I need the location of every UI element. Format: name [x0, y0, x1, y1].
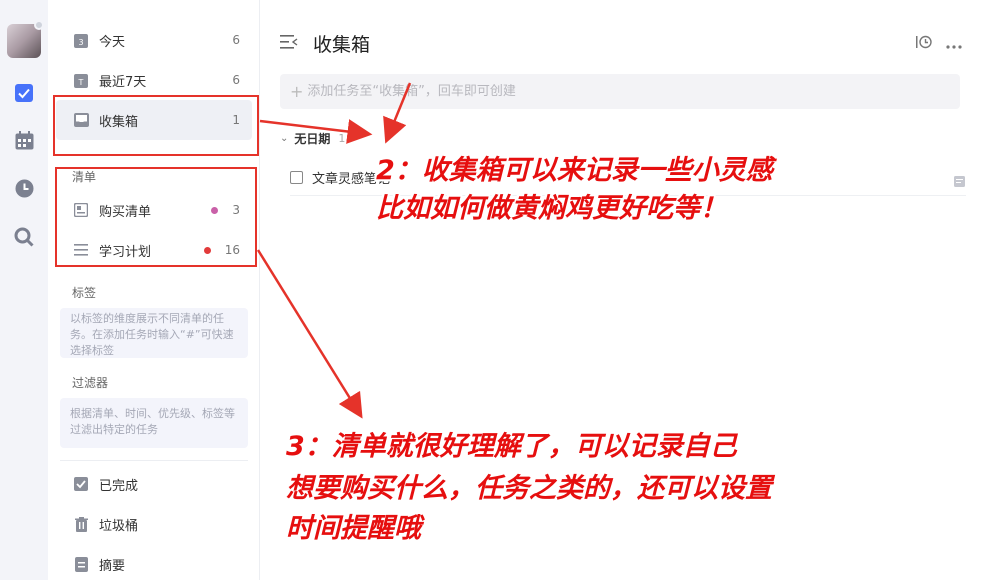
calendar-day-icon: 3 — [73, 32, 89, 48]
page-title: 收集箱 — [313, 34, 371, 56]
check-square-icon — [73, 476, 89, 492]
note-icon — [954, 172, 966, 187]
annotation-lists-line3: 时间提醒哦 — [286, 513, 421, 544]
history-icon[interactable] — [916, 34, 932, 53]
group-count: 1 — [338, 132, 346, 145]
sidebar: 3 今天 6 T 最近7天 6 收集箱 1 清单 购买清单 3 学习计划 16 … — [48, 0, 260, 580]
sidebar-item-trash[interactable]: 垃圾桶 — [56, 504, 252, 544]
sidebar-item-label: 最近7天 — [99, 74, 147, 90]
sidebar-item-today[interactable]: 3 今天 6 — [56, 20, 252, 60]
chevron-down-icon[interactable]: ⌄ — [280, 133, 288, 144]
sidebar-item-label: 垃圾桶 — [99, 518, 139, 534]
plus-icon: + — [290, 82, 304, 101]
annotation-lists-line2: 想要购买什么，任务之类的，还可以设置 — [286, 473, 772, 504]
sidebar-item-summary[interactable]: 摘要 — [56, 544, 252, 580]
icon-rail — [0, 0, 48, 580]
filters-tip: 根据清单、时间、优先级、标签等过滤出特定的任务 — [60, 398, 248, 448]
highlight-box-inbox — [53, 95, 259, 156]
calendar-week-icon: T — [73, 72, 89, 88]
collapse-sidebar-icon[interactable] — [280, 34, 298, 52]
tags-tip: 以标签的维度展示不同清单的任务。在添加任务时输入“#”可快速选择标签 — [60, 308, 248, 358]
annotation-lists-line1: 3：清单就很好理解了，可以记录自己 — [286, 431, 737, 462]
add-task-input[interactable] — [307, 84, 908, 99]
sidebar-divider — [60, 460, 248, 461]
highlight-box-lists — [55, 167, 257, 267]
app-window: 3 今天 6 T 最近7天 6 收集箱 1 清单 购买清单 3 学习计划 16 … — [0, 0, 982, 580]
group-name: 无日期 — [294, 132, 331, 146]
sidebar-item-label: 摘要 — [99, 558, 126, 574]
clock-icon[interactable] — [13, 177, 35, 199]
tags-section-title[interactable]: 标签 — [72, 284, 96, 301]
annotation-inbox-line2: 比如如何做黄焖鸡更好吃等！ — [376, 193, 727, 224]
sidebar-item-count: 6 — [232, 33, 240, 47]
sidebar-item-next-7-days[interactable]: T 最近7天 6 — [56, 60, 252, 100]
task-checkbox[interactable] — [290, 171, 303, 184]
sidebar-item-label: 今天 — [99, 34, 126, 50]
add-task-bar[interactable]: + — [280, 74, 960, 109]
task-check-icon[interactable] — [13, 82, 35, 104]
more-options-icon[interactable] — [946, 34, 962, 53]
svg-text:3: 3 — [78, 38, 83, 47]
calendar-icon[interactable] — [13, 129, 35, 151]
task-group-header[interactable]: ⌄ 无日期 1 — [280, 130, 345, 147]
sidebar-item-completed[interactable]: 已完成 — [56, 464, 252, 504]
avatar-status-dot — [34, 20, 44, 30]
sidebar-item-count: 6 — [232, 73, 240, 87]
sidebar-item-label: 已完成 — [99, 478, 139, 494]
header-actions — [916, 34, 962, 53]
trash-icon — [73, 516, 89, 532]
annotation-inbox-line1: 2：收集箱可以来记录一些小灵感 — [376, 155, 773, 186]
search-icon[interactable] — [13, 226, 35, 248]
filters-section-title[interactable]: 过滤器 — [72, 374, 108, 391]
svg-text:T: T — [78, 78, 84, 87]
summary-icon — [73, 556, 89, 572]
